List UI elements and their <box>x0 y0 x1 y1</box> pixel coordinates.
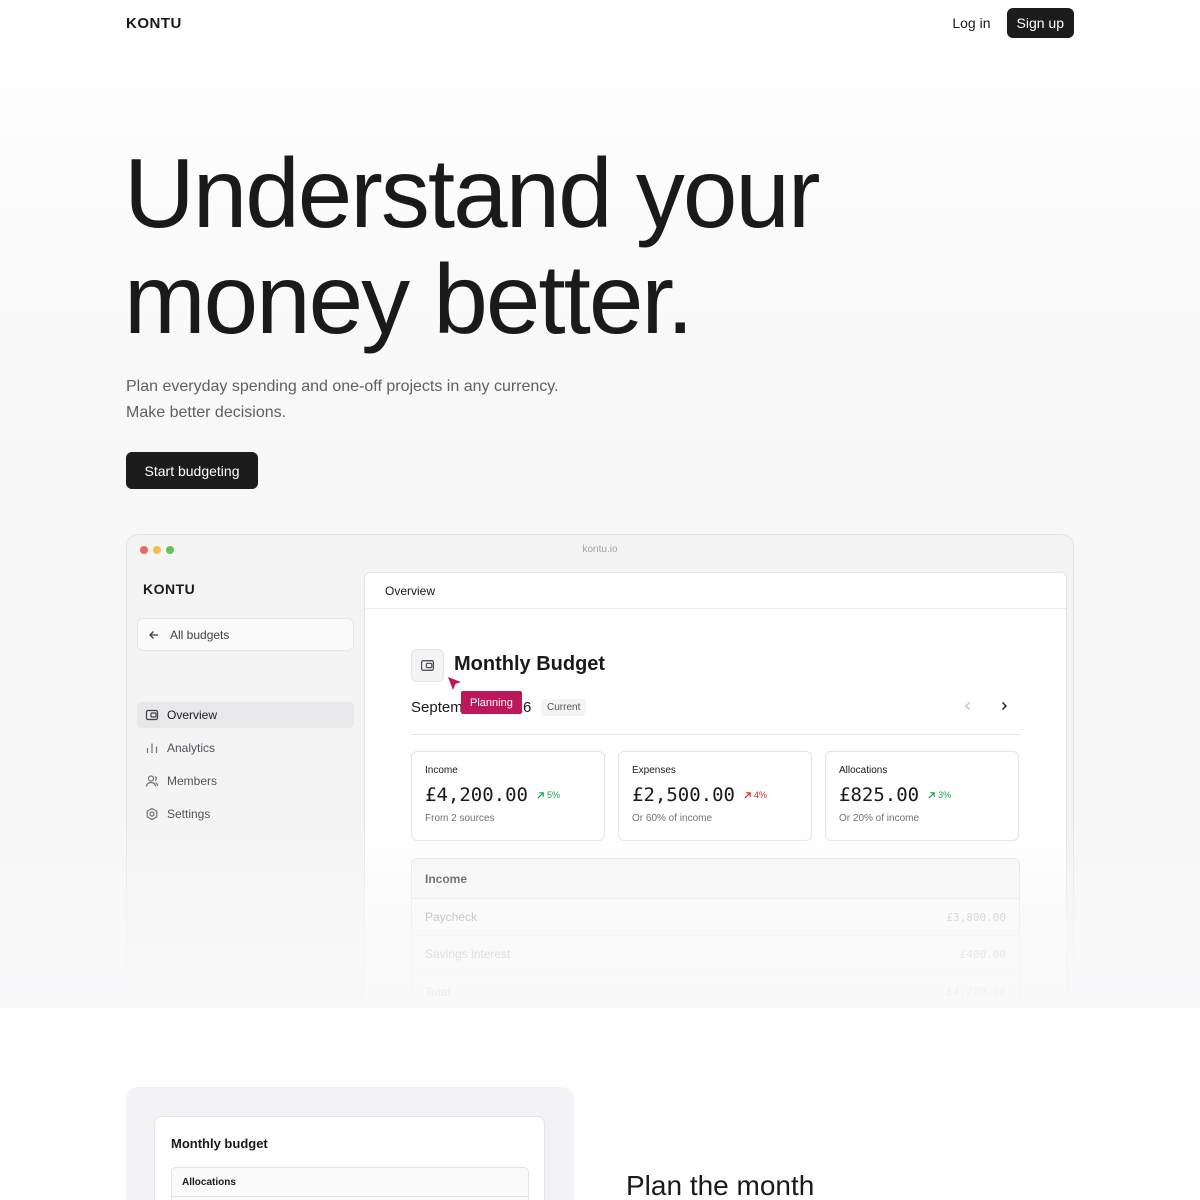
stat-note: Or 60% of income <box>632 813 713 824</box>
cursor-pointer-icon <box>448 677 461 690</box>
window-url: kontu.io <box>582 544 618 555</box>
wallet-icon <box>420 660 435 671</box>
stat-value: £4,200.00 <box>425 784 528 806</box>
divider <box>411 734 1020 735</box>
stat-delta-value: 3% <box>938 790 952 800</box>
signup-button[interactable]: Sign up <box>1006 8 1074 38</box>
income-table: Income Paycheck £3,800.00 Savings intere… <box>411 858 1020 1008</box>
start-budgeting-button[interactable]: Start budgeting <box>126 452 258 489</box>
sidebar-item-settings[interactable]: Settings <box>137 801 354 827</box>
row-label: Paycheck <box>425 910 478 924</box>
stat-note: Or 20% of income <box>839 813 920 824</box>
login-link[interactable]: Log in <box>952 15 990 31</box>
stat-value: £2,500.00 <box>632 784 735 806</box>
income-table-title: Income <box>412 859 1019 899</box>
hero-title: Understand your money better. <box>124 140 1024 352</box>
bar-chart-icon <box>146 743 158 753</box>
period-start: Septem <box>411 699 463 716</box>
main-panel: Overview Monthly Budget Septem 26 Current… <box>364 572 1067 1008</box>
row-label: Savings interest <box>425 947 511 961</box>
arrow-up-right-icon <box>537 791 544 799</box>
hero-subtitle-line-2: Make better decisions. <box>126 404 287 421</box>
chevron-left-icon[interactable] <box>962 700 974 712</box>
all-budgets-label: All budgets <box>170 627 230 642</box>
app-preview-window: kontu.io KONTU All budgets Overview Anal… <box>126 534 1074 1008</box>
arrow-up-right-icon <box>744 791 751 799</box>
allocations-header: Allocations <box>172 1168 528 1197</box>
stat-note: From 2 sources <box>425 813 495 824</box>
stat-delta: 3% <box>927 790 951 800</box>
all-budgets-button[interactable]: All budgets <box>137 618 354 651</box>
stat-delta-value: 5% <box>546 790 560 800</box>
row-amount: £400.00 <box>959 947 1006 961</box>
row-amount: £4,200.00 <box>946 985 1006 998</box>
hero-subtitle: Plan everyday spending and one-off proje… <box>126 374 726 426</box>
sidebar-item-label: Settings <box>167 807 211 821</box>
main-header-title: Overview <box>385 583 436 598</box>
arrow-up-right-icon <box>928 791 935 799</box>
row-amount: £3,800.00 <box>946 910 1006 924</box>
stat-card-allocations: Allocations £825.00 3% Or 20% of income <box>825 751 1019 841</box>
window-titlebar: kontu.io <box>127 535 1073 565</box>
sidebar: KONTU All budgets Overview Analytics Mem… <box>127 565 364 1008</box>
feature-card-title: Monthly budget <box>171 1136 268 1151</box>
wallet-icon <box>145 709 159 721</box>
nav-actions: Log in Sign up <box>952 8 1074 38</box>
chevron-right-icon[interactable] <box>998 700 1010 712</box>
feature-card: Monthly budget Allocations <box>154 1116 545 1200</box>
stat-value: £825.00 <box>839 784 920 806</box>
stat-delta: 4% <box>743 790 767 800</box>
table-row[interactable]: Paycheck £3,800.00 <box>412 899 1019 936</box>
feature-panel: Monthly budget Allocations <box>126 1087 574 1200</box>
stat-label: Income <box>425 765 458 776</box>
sidebar-item-members[interactable]: Members <box>137 768 354 794</box>
planning-tag: Planning <box>461 691 522 714</box>
sidebar-item-label: Overview <box>167 708 218 722</box>
sidebar-item-analytics[interactable]: Analytics <box>137 735 354 761</box>
logo[interactable]: KONTU <box>126 15 182 32</box>
hero-title-line-1: Understand your <box>124 138 821 248</box>
sidebar-item-label: Members <box>167 774 218 788</box>
users-icon <box>145 775 159 787</box>
budget-icon-box <box>411 649 444 682</box>
sidebar-logo[interactable]: KONTU <box>143 581 195 597</box>
current-badge: Current <box>541 699 587 716</box>
sidebar-item-label: Analytics <box>167 741 216 755</box>
hero-title-line-2: money better. <box>124 244 694 354</box>
sidebar-item-overview[interactable]: Overview <box>137 702 354 728</box>
gear-icon <box>146 807 158 821</box>
stat-label: Expenses <box>632 765 676 776</box>
main-header: Overview <box>365 573 1066 609</box>
table-row[interactable]: Total £4,200.00 <box>412 973 1019 1008</box>
table-row[interactable]: Savings interest £400.00 <box>412 936 1019 973</box>
row-label: Total <box>425 984 451 999</box>
stat-delta-value: 4% <box>753 790 767 800</box>
top-nav: KONTU Log in Sign up <box>126 8 1074 38</box>
plan-the-month-heading: Plan the month <box>626 1170 815 1200</box>
stat-delta: 5% <box>536 790 560 800</box>
stat-card-income: Income £4,200.00 5% From 2 sources <box>411 751 605 841</box>
stat-label: Allocations <box>839 765 888 776</box>
stat-card-expenses: Expenses £2,500.00 4% Or 60% of income <box>618 751 812 841</box>
allocations-box: Allocations <box>171 1167 529 1200</box>
arrow-left-icon <box>149 630 158 639</box>
budget-title: Monthly Budget <box>454 653 606 675</box>
hero-subtitle-line-1: Plan everyday spending and one-off proje… <box>126 378 559 395</box>
